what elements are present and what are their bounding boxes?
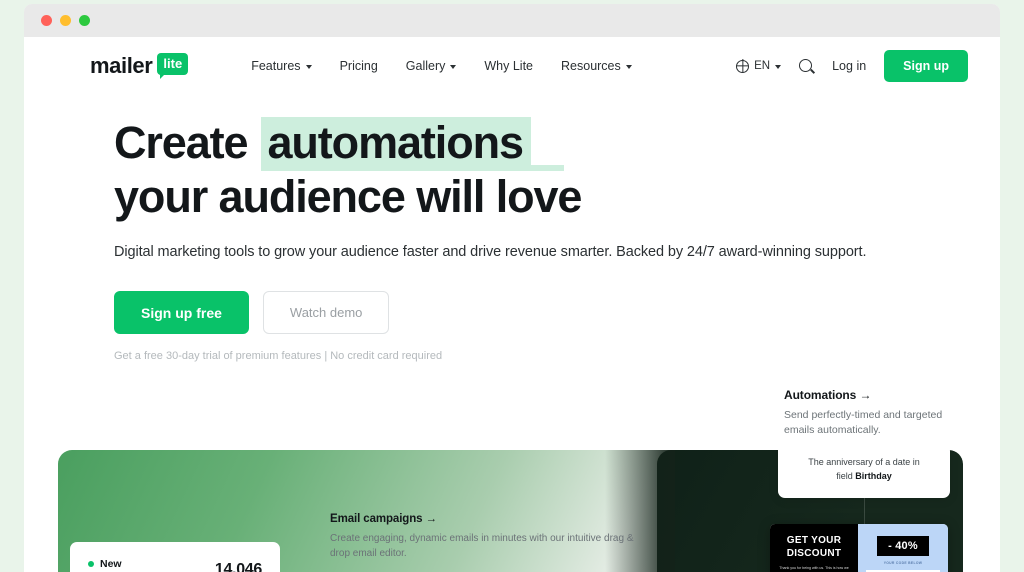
stat-card-left: New Last 30 days <box>88 558 215 572</box>
browser-chrome-bar <box>24 4 1000 37</box>
nav-item-why-lite[interactable]: Why Lite <box>484 59 533 73</box>
discount-code-label: YOUR CODE BELOW <box>883 561 923 565</box>
anniversary-text: The anniversary of a date in field Birth… <box>808 456 920 482</box>
email-campaigns-body: Create engaging, dynamic emails in minut… <box>330 533 634 559</box>
browser-window: mailer lite Features Pricing Gallery Why… <box>24 4 1000 572</box>
headline-line-2: your audience will love <box>114 171 582 222</box>
globe-icon <box>736 59 750 73</box>
page-content: mailer lite Features Pricing Gallery Why… <box>24 37 1000 572</box>
logo-wordmark: mailer <box>90 52 153 78</box>
headline-prefix: Create <box>114 117 249 168</box>
email-campaigns-title: Email campaigns → <box>330 513 437 525</box>
anniversary-line-1: The anniversary of a date in <box>808 457 920 468</box>
nav-item-features[interactable]: Features <box>251 59 312 73</box>
rotating-word-current: automations <box>261 117 531 170</box>
chevron-down-icon <box>625 65 632 69</box>
nav-links: Features Pricing Gallery Why Lite Resour… <box>251 59 632 73</box>
nav-right-actions: EN Log in Sign up <box>736 50 968 82</box>
rotating-word-next: landing pages <box>261 165 564 171</box>
hero-visual: New Last 30 days 14,046 Email campaigns … <box>58 450 963 572</box>
rotating-word-container: automations landing pages <box>261 117 564 171</box>
nav-item-gallery[interactable]: Gallery <box>406 59 457 73</box>
watch-demo-button[interactable]: Watch demo <box>262 291 390 335</box>
nav-item-features-label: Features <box>251 59 301 73</box>
email-preview-right-panel: - 40% YOUR CODE BELOW DISCOUNT40 <box>858 524 948 572</box>
logo-lite-badge: lite <box>157 52 189 79</box>
email-campaigns-callout[interactable]: Email campaigns → Create engaging, dynam… <box>330 513 650 561</box>
hero-subheadline: Digital marketing tools to grow your aud… <box>114 244 867 261</box>
email-preview-top: GET YOUR DISCOUNT Thank you for being wi… <box>770 524 948 572</box>
status-dot-icon <box>88 561 94 567</box>
anniversary-line-2-prefix: field <box>836 470 856 481</box>
nav-item-resources-label: Resources <box>561 59 621 73</box>
hero-section: Create automations landing pages your au… <box>24 95 1000 362</box>
email-preview-heading-line2: DISCOUNT <box>786 548 842 560</box>
automations-callout-body: Send perfectly-timed and targeted emails… <box>784 409 943 437</box>
automations-callout-title: Automations → <box>784 388 872 402</box>
stat-card-label: New <box>100 558 122 570</box>
signup-free-button[interactable]: Sign up free <box>114 291 249 335</box>
chevron-down-icon <box>775 65 782 69</box>
nav-item-pricing-label: Pricing <box>339 59 378 73</box>
nav-item-pricing[interactable]: Pricing <box>340 59 378 73</box>
main-navigation: mailer lite Features Pricing Gallery Why… <box>24 37 1000 95</box>
nav-item-resources[interactable]: Resources <box>561 59 632 73</box>
chevron-down-icon <box>450 65 457 69</box>
email-preview-paragraph: Thank you for being with us. This is how… <box>779 566 849 571</box>
new-subscribers-stat-card: New Last 30 days 14,046 <box>70 542 280 572</box>
window-maximize-button[interactable] <box>79 15 90 26</box>
email-preview-left-panel: GET YOUR DISCOUNT Thank you for being wi… <box>770 524 858 572</box>
language-selector[interactable]: EN <box>736 59 782 73</box>
signup-button[interactable]: Sign up <box>884 50 968 82</box>
stat-card-value: 14,046 <box>214 561 262 572</box>
chevron-down-icon <box>305 65 312 69</box>
window-minimize-button[interactable] <box>60 15 71 26</box>
stat-card-label-row: New <box>88 558 215 570</box>
login-link[interactable]: Log in <box>832 59 866 73</box>
hero-fineprint: Get a free 30-day trial of premium featu… <box>114 350 443 363</box>
hero-cta-row: Sign up free Watch demo <box>114 291 1000 335</box>
window-close-button[interactable] <box>41 15 52 26</box>
nav-item-gallery-label: Gallery <box>405 59 446 73</box>
discount-badge: - 40% <box>877 536 929 556</box>
anniversary-trigger-card: The anniversary of a date in field Birth… <box>778 450 950 498</box>
language-value: EN <box>754 60 771 72</box>
mailerlite-logo[interactable]: mailer lite <box>90 52 189 80</box>
search-icon[interactable] <box>799 58 814 74</box>
discount-email-preview: GET YOUR DISCOUNT Thank you for being wi… <box>770 524 948 572</box>
email-preview-heading-line1: GET YOUR <box>786 535 842 547</box>
email-preview-heading: GET YOUR DISCOUNT <box>787 534 842 560</box>
automations-callout[interactable]: Automations → Send perfectly-timed and t… <box>784 388 969 438</box>
page-title: Create automations landing pages your au… <box>114 117 1000 223</box>
nav-item-why-lite-label: Why Lite <box>484 59 534 73</box>
anniversary-field-name: Birthday <box>855 470 892 481</box>
